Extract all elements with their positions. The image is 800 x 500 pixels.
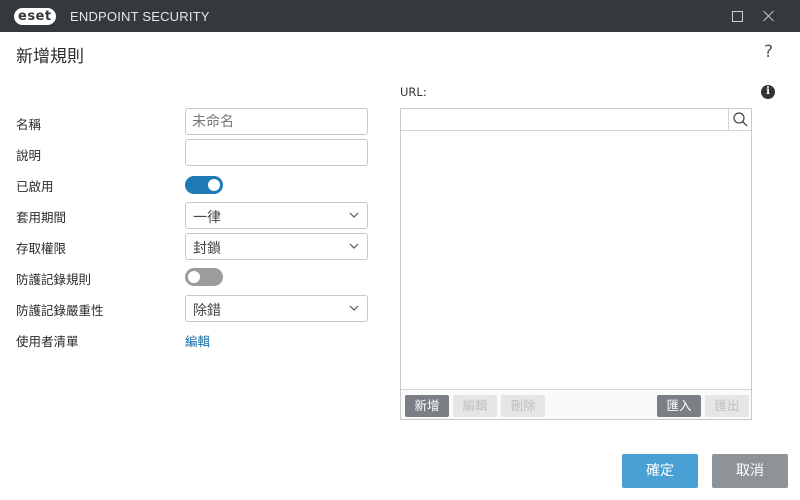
name-label: 名稱 — [16, 117, 42, 132]
period-label: 套用期間 — [16, 210, 67, 225]
user-list-label: 使用者清單 — [16, 334, 79, 349]
import-button[interactable]: 匯入 — [657, 395, 701, 417]
url-toolbar: 新增 編輯 刪除 匯入 匯出 — [401, 389, 751, 419]
toggle-knob — [188, 271, 200, 283]
close-button[interactable] — [759, 6, 779, 26]
url-list-panel: 新增 編輯 刪除 匯入 匯出 — [400, 108, 752, 420]
log-rule-toggle[interactable] — [185, 268, 223, 286]
name-input[interactable] — [186, 109, 367, 134]
url-list[interactable] — [401, 131, 751, 389]
cancel-button[interactable]: 取消 — [712, 454, 788, 488]
period-select[interactable]: 一律 — [185, 202, 368, 229]
add-button[interactable]: 新增 — [405, 395, 449, 417]
severity-value: 除錯 — [193, 303, 221, 319]
help-button[interactable]: ? — [764, 42, 773, 62]
url-search-input[interactable] — [401, 109, 727, 130]
severity-select[interactable]: 除錯 — [185, 295, 368, 322]
access-value: 封鎖 — [193, 241, 221, 257]
eset-logo: eset — [14, 7, 56, 25]
log-rule-label: 防護記錄規則 — [16, 272, 92, 287]
access-select[interactable]: 封鎖 — [185, 233, 368, 260]
toggle-knob — [208, 179, 220, 191]
enabled-label: 已啟用 — [16, 179, 54, 194]
enabled-toggle[interactable] — [185, 176, 223, 194]
search-button[interactable] — [728, 109, 751, 130]
access-label: 存取權限 — [16, 241, 67, 256]
info-icon[interactable]: i — [761, 85, 775, 99]
page-title: 新增規則 — [16, 47, 84, 67]
title-bar: eset ENDPOINT SECURITY — [0, 0, 800, 32]
description-field-box — [185, 139, 368, 166]
product-name: ENDPOINT SECURITY — [70, 9, 210, 24]
chevron-down-icon — [349, 243, 359, 249]
chevron-down-icon — [349, 212, 359, 218]
url-search-row — [401, 109, 751, 131]
maximize-button[interactable] — [727, 6, 747, 26]
severity-label: 防護記錄嚴重性 — [16, 303, 104, 318]
edit-button[interactable]: 編輯 — [453, 395, 497, 417]
ok-button[interactable]: 確定 — [622, 454, 698, 488]
user-list-edit-link[interactable]: 編輯 — [185, 331, 210, 350]
description-label: 說明 — [16, 148, 42, 163]
export-button[interactable]: 匯出 — [705, 395, 749, 417]
name-field-box — [185, 108, 368, 135]
chevron-down-icon — [349, 305, 359, 311]
url-label: URL: — [400, 85, 427, 99]
logo-text: eset — [14, 7, 56, 25]
search-icon — [733, 112, 748, 127]
description-input[interactable] — [186, 140, 367, 165]
period-value: 一律 — [193, 210, 221, 226]
delete-button[interactable]: 刪除 — [501, 395, 545, 417]
